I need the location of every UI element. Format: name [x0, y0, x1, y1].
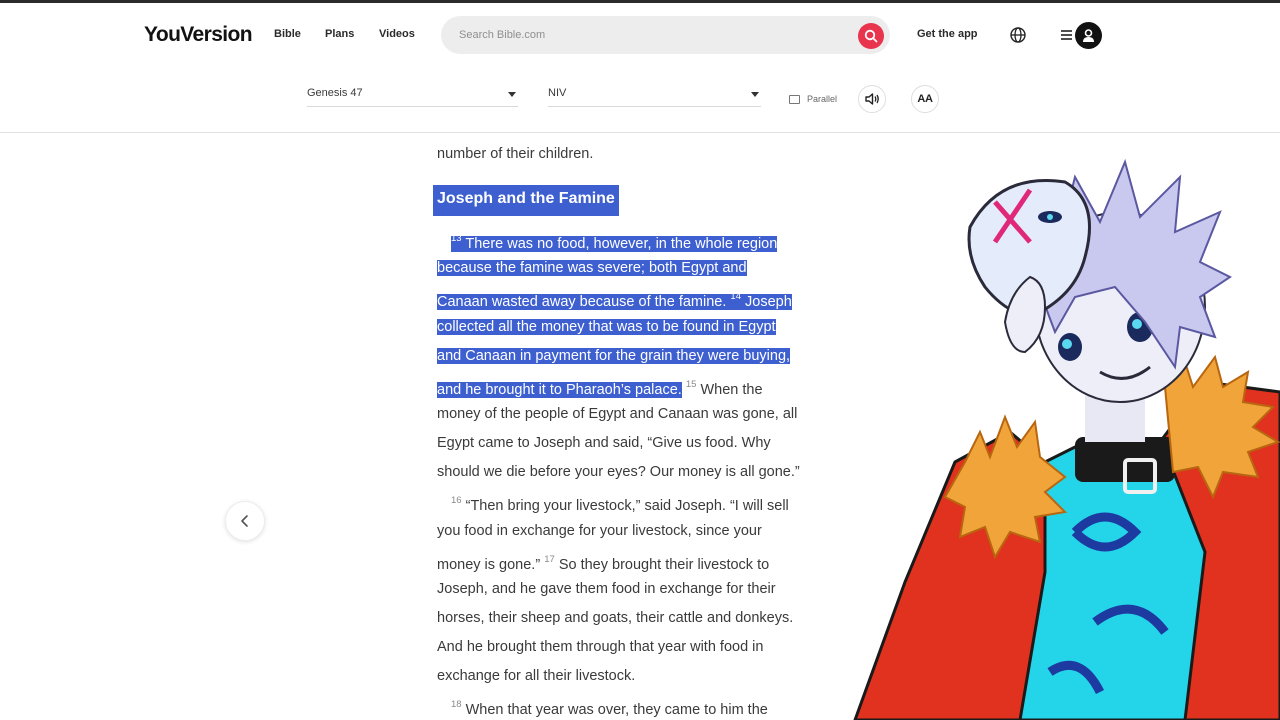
section-heading: Joseph and the Famine: [433, 185, 619, 216]
verse-text: So they brought their livestock to: [558, 557, 770, 573]
reader-toolbar: Genesis 47 NIV Parallel AA: [0, 69, 1280, 133]
verse-line: 16 “Then bring your livestock,” said Jos…: [451, 491, 789, 516]
verse-line: money of the people of Egypt and Canaan …: [437, 406, 798, 422]
verse-line: and he brought it to Pharaoh’s palace. 1…: [437, 375, 763, 400]
verse-line: should we die before your eyes? Our mone…: [437, 464, 800, 480]
vtuber-avatar-overlay: [853, 158, 1280, 720]
verse-line: Joseph, and he gave them food in exchang…: [437, 581, 776, 597]
parallel-toggle[interactable]: Parallel: [789, 94, 837, 104]
verse-text: collected all the money that was to be f…: [437, 319, 776, 335]
previous-chapter-button[interactable]: [225, 501, 265, 541]
verse-line: because the famine was severe; both Egyp…: [437, 258, 747, 278]
site-header: YouVersion Bible Plans Videos Get the ap…: [0, 3, 1280, 69]
verse-text: “Then bring your livestock,” said Joseph…: [465, 498, 789, 514]
book-chapter-select[interactable]: Genesis 47: [307, 83, 518, 107]
chevron-down-icon: [508, 92, 516, 97]
verse-number: 15: [685, 379, 697, 390]
verse-text: Canaan wasted away because of the famine…: [437, 294, 727, 310]
verse-text: and he brought it to Pharaoh’s palace.: [437, 382, 682, 398]
youversion-logo[interactable]: YouVersion: [144, 23, 253, 47]
verse-line: and Canaan in payment for the grain they…: [437, 346, 791, 366]
search-icon: [864, 29, 878, 43]
verse-line: Canaan wasted away because of the famine…: [437, 287, 792, 312]
get-the-app-link[interactable]: Get the app: [917, 28, 978, 40]
verse-number: 18: [451, 699, 462, 710]
verse-number: 14: [730, 291, 741, 302]
parallel-label: Parallel: [807, 94, 838, 104]
verse-number: 13: [451, 233, 462, 244]
user-avatar[interactable]: [1075, 22, 1102, 49]
menu-icon[interactable]: [1059, 27, 1075, 43]
verse-line: collected all the money that was to be f…: [437, 317, 776, 337]
audio-button[interactable]: [858, 85, 886, 113]
book-chapter-value: Genesis 47: [307, 87, 363, 99]
nav-plans[interactable]: Plans: [325, 28, 354, 40]
version-select[interactable]: NIV: [548, 83, 761, 107]
user-icon: [1083, 29, 1094, 42]
chevron-left-icon: [241, 515, 248, 527]
search-input[interactable]: [459, 26, 839, 44]
speaker-icon: [865, 93, 879, 105]
font-settings-button[interactable]: AA: [911, 85, 939, 113]
verse-text: money is gone.”: [437, 557, 541, 573]
search-button[interactable]: [858, 23, 884, 49]
verse-line: horses, their sheep and goats, their cat…: [437, 610, 794, 626]
verse-line: number of their children.: [437, 146, 594, 162]
verse-number: 17: [544, 554, 555, 565]
verse-line: exchange for all their livestock.: [437, 668, 636, 684]
verse-text: When that year was over, they came to hi…: [465, 702, 768, 718]
search-bar: [441, 16, 890, 54]
nav-bible[interactable]: Bible: [274, 28, 301, 40]
verse-text: because the famine was severe; both Egyp…: [437, 260, 747, 276]
verse-text: and Canaan in payment for the grain they…: [437, 348, 791, 364]
verse-text: When the: [700, 382, 763, 398]
globe-icon[interactable]: [1009, 26, 1027, 44]
verse-line: money is gone.” 17 So they brought their…: [437, 550, 769, 575]
verse-line: 18 When that year was over, they came to…: [451, 695, 768, 720]
verse-text: Joseph: [745, 294, 792, 310]
verse-line: Egypt came to Joseph and said, “Give us …: [437, 435, 771, 451]
verse-number: 16: [451, 495, 462, 506]
verse-line: you food in exchange for your livestock,…: [437, 523, 762, 539]
nav-videos[interactable]: Videos: [379, 28, 415, 40]
parallel-icon: [789, 94, 800, 104]
chevron-down-icon: [751, 92, 759, 97]
verse-line: 13 There was no food, however, in the wh…: [451, 229, 778, 254]
verse-line: And he brought them through that year wi…: [437, 639, 764, 655]
verse-text: There was no food, however, in the whole…: [465, 236, 778, 252]
version-value: NIV: [548, 87, 567, 99]
